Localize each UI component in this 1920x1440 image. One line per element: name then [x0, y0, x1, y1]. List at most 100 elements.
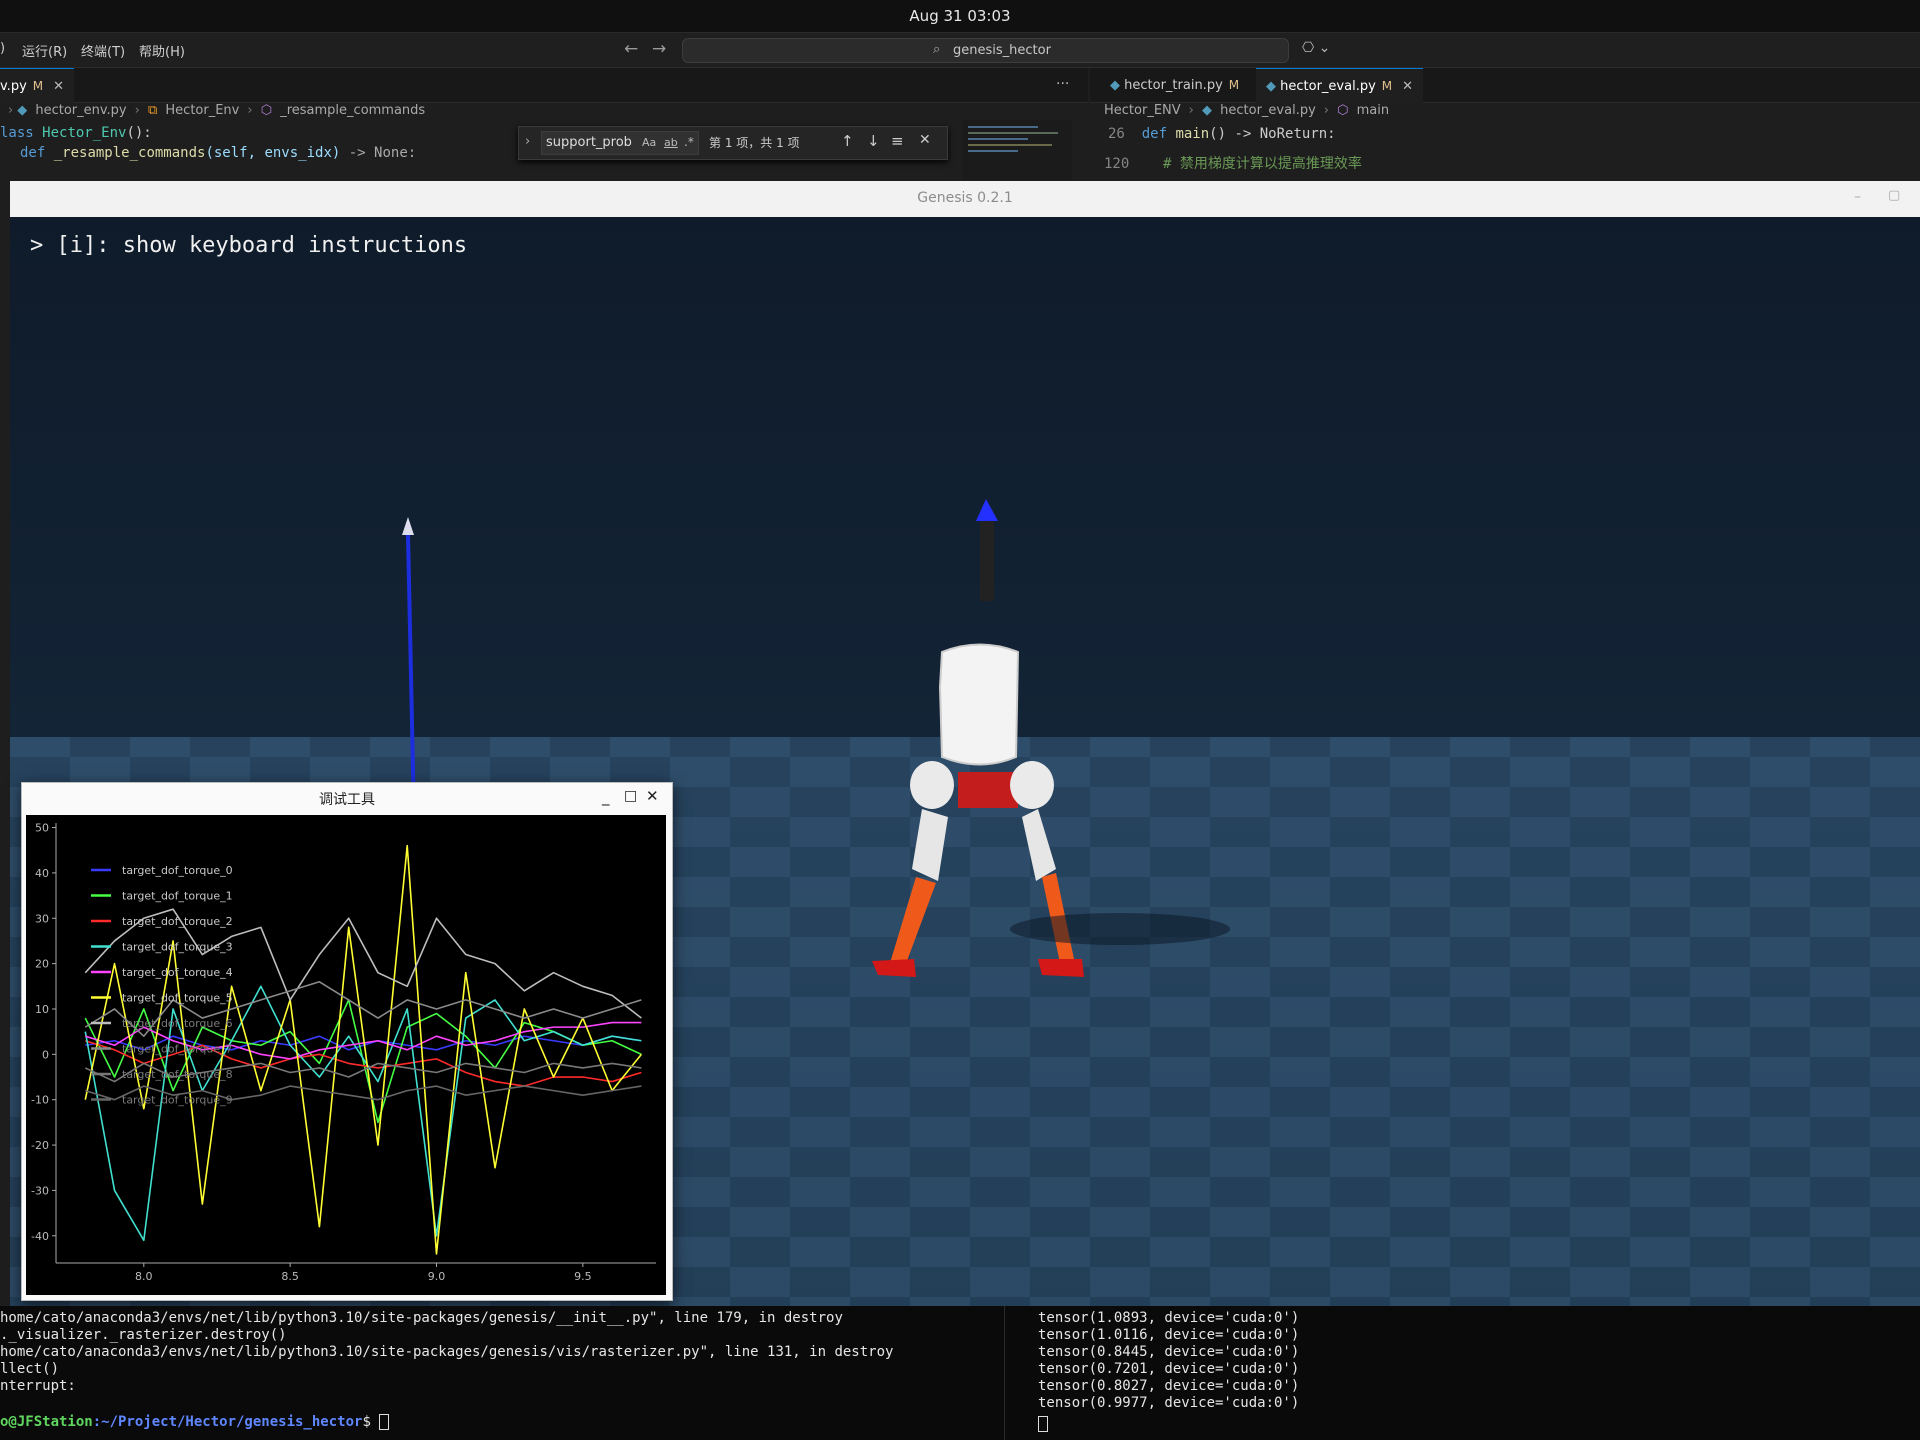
- terminal-prompt[interactable]: o@JFStation:~/Project/Hector/genesis_hec…: [0, 1414, 390, 1430]
- maximize-icon[interactable]: ▢: [1888, 188, 1900, 203]
- y-tick-label: -20: [31, 1139, 49, 1152]
- terminal-output-line: tensor(1.0116, device='cuda:0'): [1038, 1327, 1300, 1343]
- legend-label: target_dof_torque_6: [122, 1017, 233, 1030]
- find-input[interactable]: support_prob Aa ab .*: [541, 131, 699, 155]
- terminal-panel[interactable]: home/cato/anaconda3/envs/net/lib/python3…: [0, 1306, 1920, 1440]
- debug-titlebar[interactable]: 调试工具 _ □ ✕: [22, 783, 672, 813]
- debug-tool-window[interactable]: 调试工具 _ □ ✕ 50 40 30 20 10 0 -10 -20 -30 -40 8.0 8.5…: [21, 782, 673, 1301]
- tab-hector-env[interactable]: v.py M ✕: [0, 68, 75, 103]
- y-tick-label: 0: [42, 1048, 49, 1061]
- terminal-cursor: [379, 1414, 390, 1430]
- menu-item-terminal[interactable]: 终端(T): [81, 41, 125, 60]
- code-line[interactable]: 26 def main() -> NoReturn:: [1108, 126, 1336, 142]
- menu-item-cut[interactable]: ): [0, 41, 5, 56]
- back-arrow-icon[interactable]: ←: [624, 39, 638, 59]
- breadcrumb-class[interactable]: Hector_Env: [165, 103, 239, 118]
- window-title: Genesis 0.2.1: [917, 190, 1013, 206]
- legend-label: target_dof_torque_8: [122, 1068, 233, 1081]
- breadcrumb: › ◆ hector_env.py › ⧉ Hector_Env › ⬡ _resam…: [8, 103, 426, 118]
- y-tick-label: 20: [35, 958, 49, 971]
- whole-word-toggle[interactable]: ab: [664, 136, 678, 149]
- breadcrumb: Hector_ENV › ◆ hector_eval.py › ⬡ main: [1104, 103, 1390, 118]
- regex-toggle[interactable]: .*: [684, 135, 694, 149]
- menu-item-run[interactable]: 运行(R): [22, 41, 67, 60]
- python-file-icon: ◆: [17, 103, 28, 118]
- y-tick-label: -30: [31, 1184, 49, 1197]
- close-icon[interactable]: ✕: [1402, 79, 1413, 94]
- forward-arrow-icon[interactable]: →: [652, 39, 666, 59]
- find-widget: › support_prob Aa ab .* 第 1 项，共 1 项 ↑ ↓ …: [518, 126, 948, 160]
- line-plot[interactable]: 50 40 30 20 10 0 -10 -20 -30 -40 8.0 8.5 9.0 9.5 targe…: [26, 815, 666, 1295]
- y-tick-label: 10: [35, 1003, 49, 1016]
- legend-label: target_dof_torque_4: [122, 966, 233, 979]
- genesis-titlebar[interactable]: Genesis 0.2.1 – ▢: [10, 181, 1920, 218]
- legend-label: target_dof_torque_2: [122, 915, 233, 928]
- code-line[interactable]: 120 # 禁用梯度计算以提高推理效率: [1104, 153, 1362, 173]
- search-icon: ⌕: [933, 42, 941, 57]
- vscode-menubar: ) 运行(R) 终端(T) 帮助(H) ← → ⌕ genesis_hector…: [0, 33, 1920, 68]
- breadcrumb-file[interactable]: hector_eval.py: [1220, 103, 1316, 118]
- terminal-output-line: tensor(0.9977, device='cuda:0'): [1038, 1395, 1300, 1411]
- breadcrumb-method[interactable]: _resample_commands: [280, 103, 425, 118]
- search-text: genesis_hector: [953, 43, 1051, 58]
- x-tick-label: 8.5: [281, 1270, 299, 1283]
- copilot-icon[interactable]: ⎔ ⌄: [1302, 40, 1330, 56]
- y-tick-label: -40: [31, 1230, 49, 1243]
- menu-item-help[interactable]: 帮助(H): [139, 41, 185, 60]
- tab-label: v.py: [0, 79, 27, 94]
- y-tick-label: -10: [31, 1094, 49, 1107]
- tab-hector-eval[interactable]: ◆ hector_eval.py M ✕: [1256, 68, 1424, 103]
- minimize-icon[interactable]: –: [1854, 189, 1861, 205]
- terminal-output-line: home/cato/anaconda3/envs/net/lib/python3…: [0, 1310, 843, 1326]
- python-file-icon: ◆: [1110, 78, 1120, 93]
- code-line[interactable]: def _resample_commands(self, envs_idx) -…: [20, 145, 416, 161]
- close-icon[interactable]: ✕: [919, 132, 931, 148]
- breadcrumb-symbol[interactable]: main: [1357, 103, 1389, 118]
- system-top-bar: Aug 31 03:03: [0, 0, 1920, 33]
- previous-match-icon[interactable]: ↑: [841, 132, 854, 150]
- tab-hector-train[interactable]: ◆ hector_train.py M: [1100, 68, 1249, 102]
- terminal-output-line: nterrupt:: [0, 1378, 76, 1394]
- minimize-icon[interactable]: _: [602, 788, 610, 806]
- method-icon: ⬡: [1337, 103, 1349, 118]
- editor-tabs-left: v.py M ✕ ···: [0, 68, 1088, 103]
- next-match-icon[interactable]: ↓: [867, 132, 880, 150]
- toggle-replace-icon[interactable]: ›: [525, 134, 530, 149]
- tab-label: hector_train.py: [1124, 78, 1223, 93]
- breadcrumb-folder[interactable]: Hector_ENV: [1104, 103, 1181, 118]
- legend-label: target_dof_torque_5: [122, 992, 233, 1005]
- python-file-icon: ◆: [1266, 79, 1276, 94]
- terminal-output-line: home/cato/anaconda3/envs/net/lib/python3…: [0, 1344, 894, 1360]
- command-center-search[interactable]: ⌕ genesis_hector: [682, 38, 1289, 63]
- y-tick-label: 30: [35, 912, 49, 925]
- terminal-split-divider[interactable]: [1004, 1306, 1005, 1440]
- breadcrumb-file[interactable]: hector_env.py: [35, 103, 126, 118]
- close-icon[interactable]: ✕: [53, 79, 64, 94]
- modified-badge: M: [1381, 79, 1393, 93]
- system-clock[interactable]: Aug 31 03:03: [0, 7, 1920, 25]
- terminal-output-line: ._visualizer._rasterizer.destroy(): [0, 1327, 287, 1343]
- x-tick-label: 9.0: [428, 1270, 446, 1283]
- modified-badge: M: [1228, 78, 1240, 92]
- legend-label: target_dof_torque_1: [122, 890, 233, 903]
- terminal-output-line: tensor(0.8027, device='cuda:0'): [1038, 1378, 1300, 1394]
- x-tick-label: 9.5: [574, 1270, 592, 1283]
- terminal-output-line: tensor(1.0893, device='cuda:0'): [1038, 1310, 1300, 1326]
- class-icon: ⧉: [147, 103, 158, 118]
- match-case-toggle[interactable]: Aa: [642, 136, 656, 149]
- maximize-icon[interactable]: □: [624, 788, 637, 804]
- terminal-cursor: [1038, 1416, 1048, 1432]
- legend-label: target_dof_torque_0: [122, 864, 233, 877]
- code-line[interactable]: lass Hector_Env():: [0, 125, 152, 141]
- y-tick-label: 40: [35, 867, 49, 880]
- legend-label: target_dof_torque_7: [122, 1043, 233, 1056]
- minimap[interactable]: [962, 120, 1072, 180]
- x-tick-label: 8.0: [135, 1270, 153, 1283]
- method-icon: ⬡: [260, 103, 273, 118]
- terminal-output-line: tensor(0.7201, device='cuda:0'): [1038, 1361, 1300, 1377]
- terminal-output-line: tensor(0.8445, device='cuda:0'): [1038, 1344, 1300, 1360]
- find-in-selection-icon[interactable]: ≡: [891, 132, 904, 150]
- close-icon[interactable]: ✕: [646, 787, 659, 805]
- more-actions-icon[interactable]: ···: [1056, 76, 1069, 92]
- modified-badge: M: [32, 79, 44, 93]
